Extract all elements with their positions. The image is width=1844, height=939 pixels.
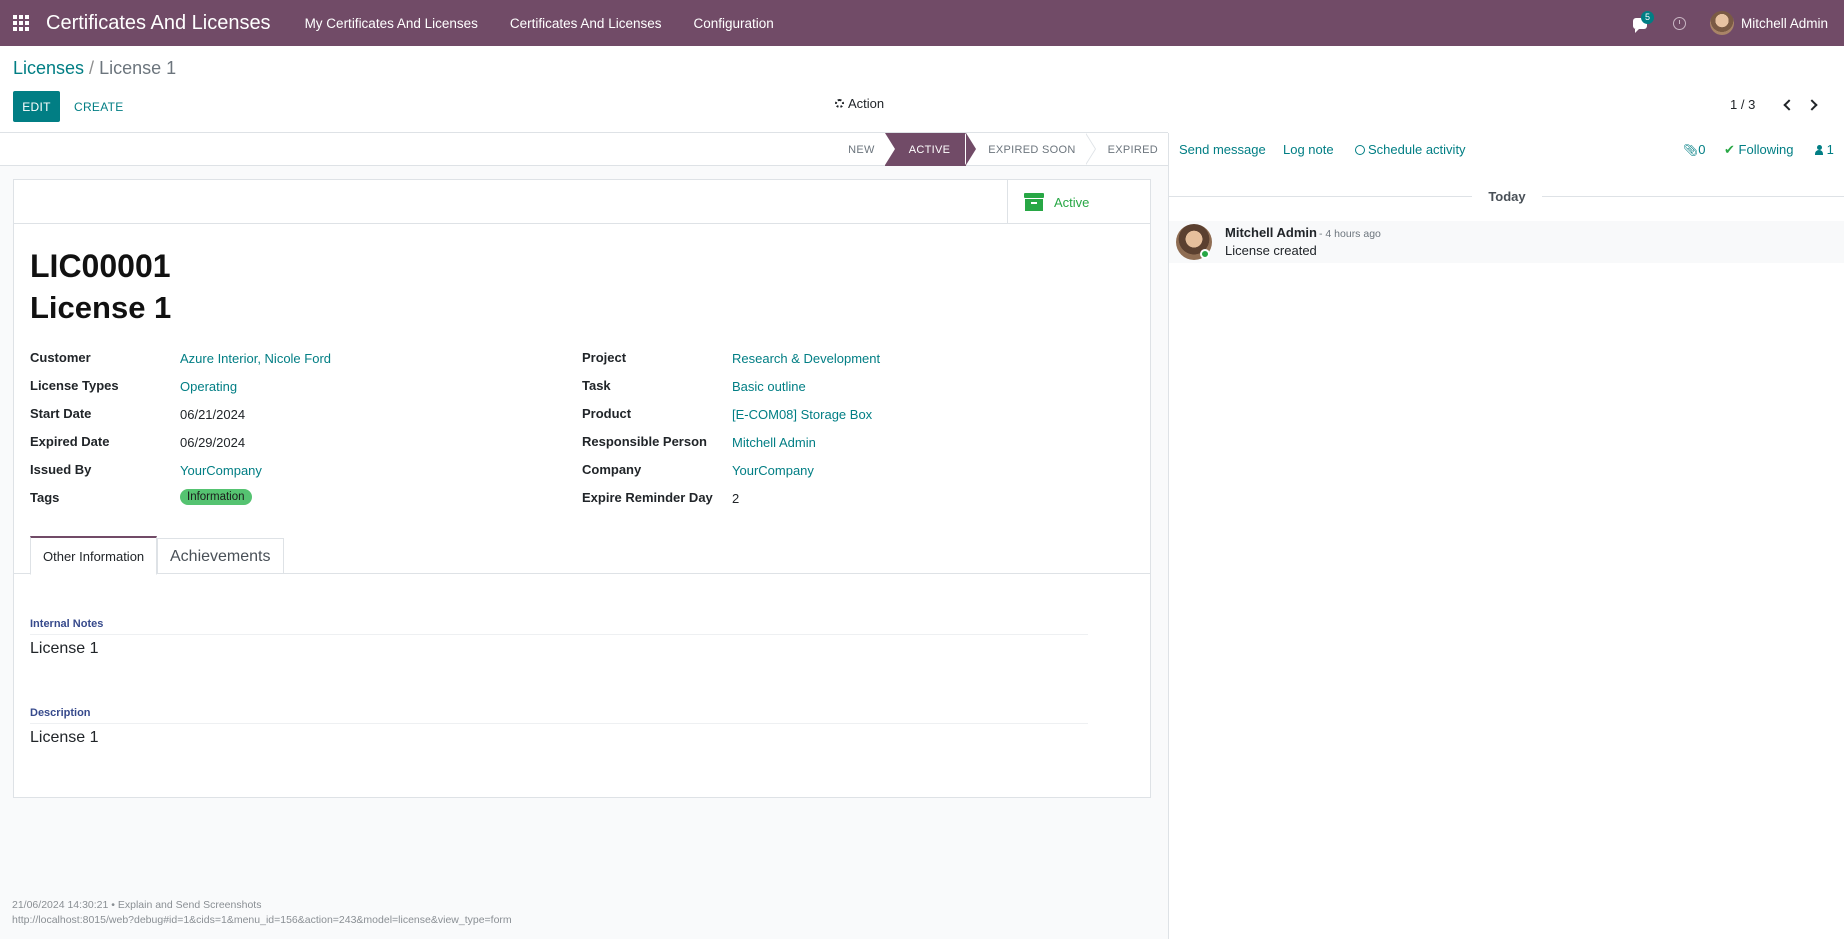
field-label: Start Date: [30, 406, 92, 421]
field-label: Customer: [30, 350, 91, 365]
schedule-activity-button[interactable]: Schedule activity: [1355, 142, 1466, 157]
description-label: Description: [30, 707, 91, 719]
product-link[interactable]: [E-COM08] Storage Box: [732, 407, 872, 422]
following-label: Following: [1738, 142, 1794, 157]
form-sheet: Active LIC00001 License 1 Customer Azure…: [13, 179, 1151, 798]
field-label: Responsible Person: [582, 434, 707, 449]
chatter-topbar: Send message Log note Schedule activity …: [1169, 133, 1844, 166]
section-divider: [30, 723, 1088, 724]
action-label: Action: [848, 96, 885, 111]
record-name: License 1: [30, 290, 172, 325]
active-label: Active: [1054, 194, 1090, 210]
breadcrumb: Licenses / License 1: [13, 58, 176, 79]
gear-icon: [835, 99, 844, 108]
stage-expired[interactable]: EXPIRED: [1084, 133, 1168, 166]
tab-other-information[interactable]: Other Information: [30, 536, 158, 575]
project-link[interactable]: Research & Development: [732, 351, 880, 366]
paperclip-icon: 📎︎: [1683, 143, 1699, 157]
customer-link[interactable]: Azure Interior, Nicole Ford: [180, 351, 331, 366]
tab-achievements[interactable]: Achievements: [157, 538, 284, 574]
field-label: Tags: [30, 490, 60, 505]
expired-date-value: 06/29/2024: [180, 435, 246, 450]
license-type-link[interactable]: Operating: [180, 379, 237, 394]
messaging-button[interactable]: 5: [1620, 0, 1660, 46]
message-author[interactable]: Mitchell Admin: [1225, 225, 1317, 240]
user-name: Mitchell Admin: [1740, 15, 1828, 31]
main-menu: My Certificates And Licenses Certificate…: [289, 0, 790, 46]
field-label: License Types: [30, 378, 119, 393]
internal-notes-value[interactable]: License 1: [30, 640, 99, 658]
tags-value: Information: [180, 488, 252, 505]
app-title[interactable]: Certificates And Licenses: [46, 12, 271, 35]
schedule-activity-label: Schedule activity: [1368, 142, 1466, 157]
pager-next-button[interactable]: [1806, 98, 1822, 112]
menu-configuration[interactable]: Configuration: [677, 0, 789, 46]
top-navbar: Certificates And Licenses My Certificate…: [0, 0, 1844, 46]
form-view: NEW ACTIVE EXPIRED SOON EXPIRED Active L…: [0, 133, 1168, 939]
date-separator: Today: [1488, 189, 1526, 204]
message-body: License created: [1225, 243, 1317, 258]
online-status-icon: [1200, 249, 1210, 259]
task-link[interactable]: Basic outline: [732, 379, 806, 394]
archive-icon: [1024, 193, 1044, 211]
followers-count: 1: [1826, 142, 1834, 157]
user-icon: [1815, 145, 1823, 155]
clock-icon: [1355, 145, 1365, 155]
breadcrumb-parent[interactable]: Licenses: [13, 58, 84, 78]
user-avatar: [1709, 11, 1734, 35]
attachments-button[interactable]: 📎︎0: [1683, 142, 1705, 157]
edit-button[interactable]: EDIT: [13, 91, 60, 122]
internal-notes-label: Internal Notes: [30, 618, 104, 630]
field-label: Issued By: [30, 462, 92, 477]
tag-badge[interactable]: Information: [180, 489, 252, 505]
chatter-panel: Send message Log note Schedule activity …: [1168, 133, 1844, 939]
chevron-left-icon: [1783, 99, 1795, 111]
field-label: Expired Date: [30, 434, 110, 449]
user-menu[interactable]: Mitchell Admin: [1700, 0, 1844, 46]
active-toggle-button[interactable]: Active: [1007, 180, 1150, 224]
stage-active[interactable]: ACTIVE: [884, 133, 976, 166]
log-note-button[interactable]: Log note: [1283, 142, 1334, 157]
smart-button-box: Active: [14, 180, 1150, 224]
debug-url: http://localhost:8015/web?debug#id=1&cid…: [12, 914, 512, 926]
message-time: - 4 hours ago: [1319, 228, 1381, 240]
chevron-right-icon: [1806, 99, 1818, 111]
start-date-value: 06/21/2024: [180, 407, 246, 422]
stage-new[interactable]: NEW: [836, 133, 885, 166]
breadcrumb-current: License 1: [99, 58, 177, 78]
send-message-button[interactable]: Send message: [1179, 142, 1266, 157]
field-label: Product: [582, 406, 632, 421]
expire-reminder-value: 2: [732, 491, 740, 506]
menu-certificates[interactable]: Certificates And Licenses: [494, 0, 678, 46]
pager-value[interactable]: 1 / 3: [1730, 97, 1755, 112]
stage-expired-soon[interactable]: EXPIRED SOON: [965, 133, 1085, 166]
field-label: Task: [582, 378, 611, 393]
activity-clock-icon[interactable]: [1660, 0, 1700, 46]
pager-previous-button[interactable]: [1781, 98, 1795, 112]
apps-menu-icon[interactable]: [0, 0, 42, 46]
field-label: Expire Reminder Day: [582, 490, 713, 505]
record-reference: LIC00001: [30, 248, 171, 284]
breadcrumb-separator: /: [84, 58, 100, 78]
field-label: Project: [582, 350, 627, 365]
section-divider: [30, 634, 1088, 635]
action-menu-button[interactable]: Action: [835, 96, 884, 111]
debug-timestamp: 21/06/2024 14:30:21 • Explain and Send S…: [12, 899, 262, 911]
stage-pipeline: NEW ACTIVE EXPIRED SOON EXPIRED: [836, 133, 1168, 166]
check-icon: ✔: [1724, 142, 1735, 157]
responsible-person-link[interactable]: Mitchell Admin: [732, 435, 816, 450]
followers-button[interactable]: 1: [1815, 142, 1834, 157]
notebook-tabs: Other Information Achievements: [14, 536, 1150, 575]
description-value[interactable]: License 1: [30, 729, 99, 747]
menu-my-certificates[interactable]: My Certificates And Licenses: [289, 0, 494, 46]
issued-by-link[interactable]: YourCompany: [180, 463, 262, 478]
following-button[interactable]: ✔ Following: [1724, 142, 1793, 158]
field-label: Company: [582, 462, 642, 477]
create-button[interactable]: CREATE: [74, 91, 124, 122]
statusbar: NEW ACTIVE EXPIRED SOON EXPIRED: [0, 133, 1168, 166]
company-link[interactable]: YourCompany: [732, 463, 814, 478]
messages-badge: 5: [1640, 11, 1654, 24]
chatter-message: Mitchell Admin - 4 hours ago License cre…: [1169, 221, 1844, 263]
attachments-count: 0: [1698, 142, 1706, 157]
